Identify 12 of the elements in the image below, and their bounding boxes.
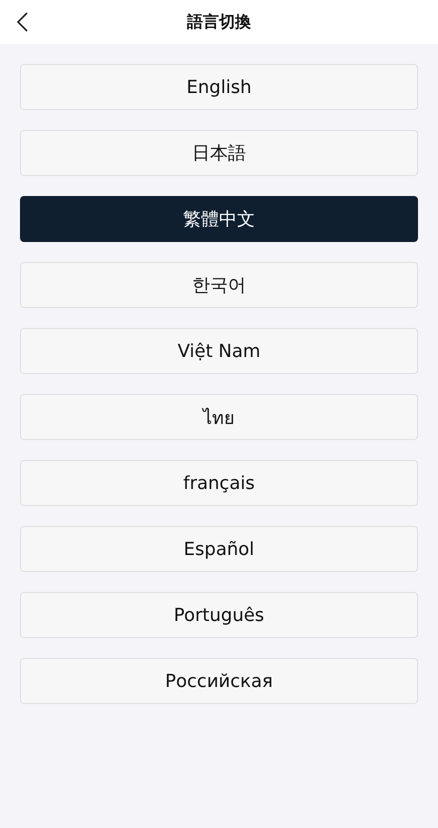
language-option[interactable]: Español — [20, 526, 418, 572]
language-option[interactable]: Português — [20, 592, 418, 638]
back-icon — [16, 12, 28, 32]
page-title: 語言切換 — [187, 12, 251, 32]
language-option[interactable]: 繁體中文 — [20, 196, 418, 242]
language-option[interactable]: English — [20, 64, 418, 110]
language-option[interactable]: français — [20, 460, 418, 506]
language-option[interactable]: ไทย — [20, 394, 418, 440]
language-option[interactable]: 한국어 — [20, 262, 418, 308]
language-option[interactable]: Российская — [20, 658, 418, 704]
language-option[interactable]: Việt Nam — [20, 328, 418, 374]
language-option[interactable]: 日本語 — [20, 130, 418, 176]
